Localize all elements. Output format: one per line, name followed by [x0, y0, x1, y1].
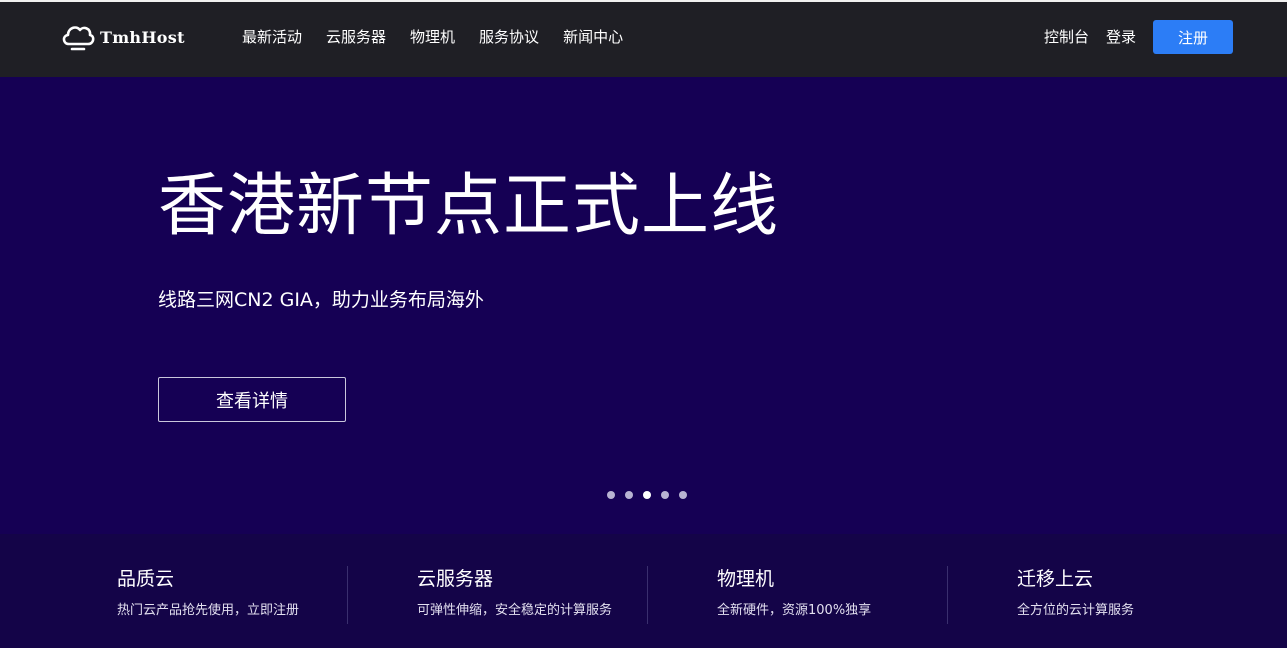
- carousel-dot-1[interactable]: [607, 491, 615, 499]
- nav-item-latest-activities[interactable]: 最新活动: [242, 26, 302, 48]
- carousel-dot-4[interactable]: [661, 491, 669, 499]
- feature-desc: 热门云产品抢先使用，立即注册: [117, 603, 300, 618]
- feature-cloud-migration[interactable]: 迁移上云 全方位的云计算服务: [1017, 566, 1287, 624]
- site-logo[interactable]: TmhHost: [60, 20, 185, 54]
- feature-divider: [947, 566, 948, 624]
- nav-item-cloud-servers[interactable]: 云服务器: [326, 26, 386, 48]
- header-actions: 控制台 登录 注册: [1044, 20, 1233, 54]
- hero-title: 香港新节点正式上线: [158, 167, 780, 246]
- nav-item-physical-machines[interactable]: 物理机: [410, 26, 455, 48]
- carousel-dot-3[interactable]: [643, 491, 651, 499]
- nav-item-news-center[interactable]: 新闻中心: [563, 26, 623, 48]
- console-link[interactable]: 控制台: [1044, 26, 1089, 48]
- view-details-button[interactable]: 查看详情: [158, 377, 346, 422]
- feature-title: 品质云: [117, 568, 175, 590]
- nav-item-service-agreement[interactable]: 服务协议: [479, 26, 539, 48]
- feature-divider: [347, 566, 348, 624]
- carousel-dot-2[interactable]: [625, 491, 633, 499]
- logo-text: TmhHost: [100, 27, 185, 47]
- feature-quality-cloud[interactable]: 品质云 热门云产品抢先使用，立即注册: [117, 566, 417, 624]
- top-navigation-bar: TmhHost 最新活动 云服务器 物理机 服务协议 新闻中心 控制台 登录 注…: [0, 0, 1287, 77]
- feature-physical-machine[interactable]: 物理机 全新硬件，资源100%独享: [717, 566, 1017, 624]
- hero-subtitle: 线路三网CN2 GIA，助力业务布局海外: [158, 289, 484, 311]
- register-button[interactable]: 注册: [1153, 20, 1233, 54]
- feature-desc: 全方位的云计算服务: [1017, 603, 1135, 618]
- login-link[interactable]: 登录: [1106, 26, 1136, 48]
- feature-strip: 品质云 热门云产品抢先使用，立即注册 云服务器 可弹性伸缩，安全稳定的计算服务 …: [0, 534, 1287, 648]
- feature-title: 云服务器: [417, 568, 494, 590]
- carousel-indicators: [607, 491, 687, 499]
- hero-banner: 香港新节点正式上线 线路三网CN2 GIA，助力业务布局海外 查看详情: [0, 77, 1287, 534]
- feature-title: 迁移上云: [1017, 568, 1094, 590]
- feature-title: 物理机: [717, 568, 775, 590]
- cloud-icon: [60, 20, 96, 54]
- feature-divider: [647, 566, 648, 624]
- main-nav: 最新活动 云服务器 物理机 服务协议 新闻中心: [242, 26, 647, 48]
- carousel-dot-5[interactable]: [679, 491, 687, 499]
- feature-cloud-server[interactable]: 云服务器 可弹性伸缩，安全稳定的计算服务: [417, 566, 717, 624]
- feature-desc: 可弹性伸缩，安全稳定的计算服务: [417, 603, 613, 618]
- feature-desc: 全新硬件，资源100%独享: [717, 603, 872, 618]
